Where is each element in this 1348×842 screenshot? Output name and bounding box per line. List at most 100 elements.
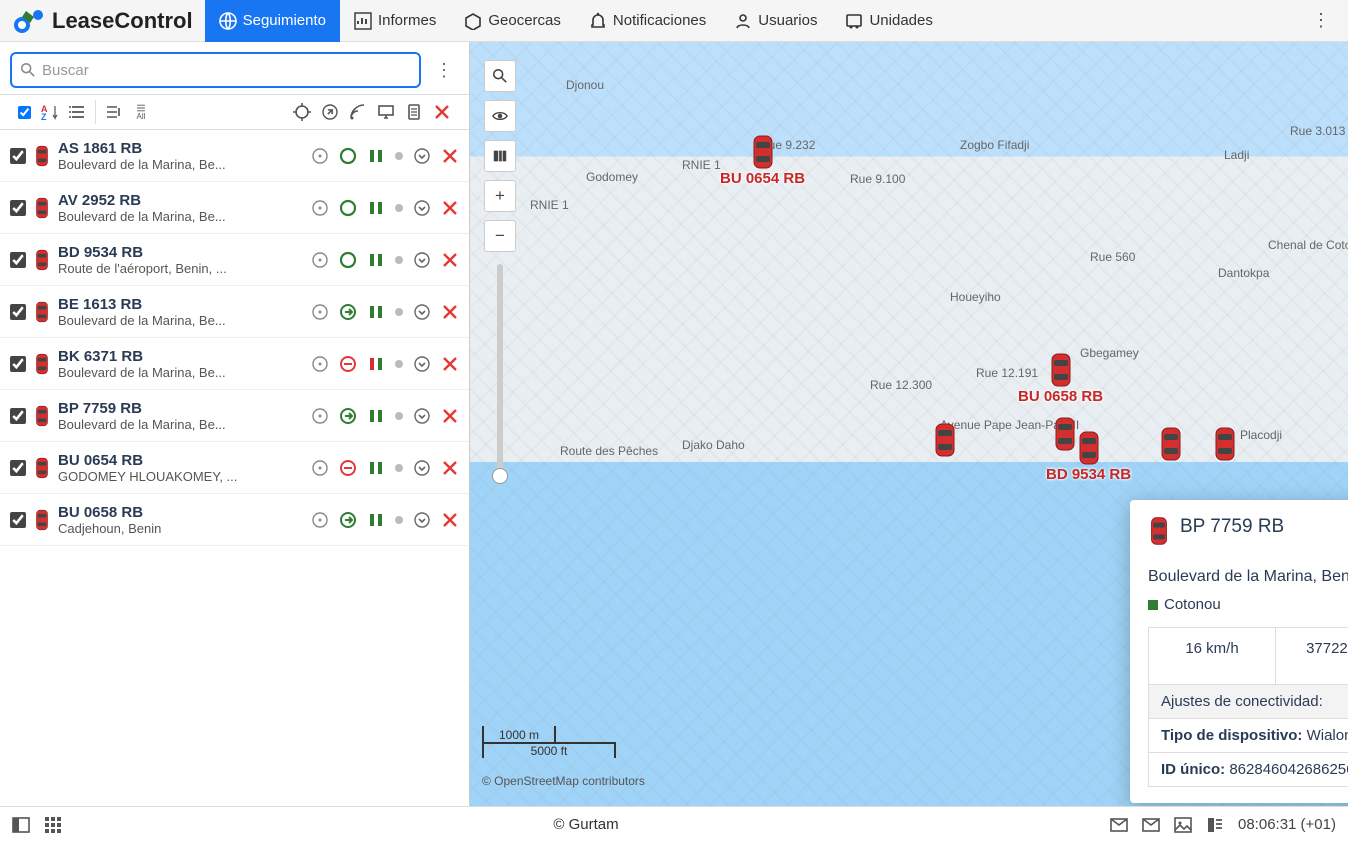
list-view-icon[interactable] xyxy=(69,103,87,121)
unit-row[interactable]: AV 2952 RB Boulevard de la Marina, Be... xyxy=(0,182,469,234)
remove-icon[interactable] xyxy=(441,303,459,321)
remove-icon[interactable] xyxy=(441,511,459,529)
apps-grid-icon[interactable] xyxy=(44,816,62,834)
signal-bars-icon[interactable] xyxy=(367,459,385,477)
locate-icon[interactable] xyxy=(311,251,329,269)
unit-row[interactable]: BU 0658 RB Cadjehoun, Benin xyxy=(0,494,469,546)
remove-icon[interactable] xyxy=(441,355,459,373)
remove-icon[interactable] xyxy=(441,459,459,477)
locate-icon[interactable] xyxy=(311,407,329,425)
dropdown-icon[interactable] xyxy=(413,355,431,373)
unit-checkbox[interactable] xyxy=(10,252,26,268)
header-target-icon[interactable] xyxy=(293,103,311,121)
locate-icon[interactable] xyxy=(311,355,329,373)
motion-icon[interactable] xyxy=(339,303,357,321)
remove-icon[interactable] xyxy=(441,199,459,217)
dropdown-icon[interactable] xyxy=(413,303,431,321)
header-send-icon[interactable] xyxy=(321,103,339,121)
motion-icon[interactable] xyxy=(339,459,357,477)
dropdown-icon[interactable] xyxy=(413,147,431,165)
signal-bars-icon[interactable] xyxy=(367,511,385,529)
map-marker[interactable] xyxy=(1212,426,1238,462)
log-icon[interactable] xyxy=(1206,816,1224,834)
motion-icon[interactable] xyxy=(339,511,357,529)
header-report-icon[interactable] xyxy=(405,103,423,121)
remove-icon[interactable] xyxy=(441,407,459,425)
select-all-checkbox[interactable] xyxy=(18,106,31,119)
map-marker[interactable]: BU 0654 RB xyxy=(720,134,805,187)
zoom-out-button[interactable]: − xyxy=(484,220,516,252)
unit-row[interactable]: AS 1861 RB Boulevard de la Marina, Be... xyxy=(0,130,469,182)
sms-icon[interactable] xyxy=(1110,816,1128,834)
signal-bars-icon[interactable] xyxy=(367,407,385,425)
map[interactable]: GodomeyZogbo FifadjiRue 560HoueyihoDanto… xyxy=(470,42,1348,806)
motion-icon[interactable] xyxy=(339,355,357,373)
tab-reports[interactable]: Informes xyxy=(340,0,450,42)
topbar-menu-button[interactable]: ⋮ xyxy=(1294,10,1348,31)
search-input[interactable] xyxy=(42,62,411,79)
map-visibility-button[interactable] xyxy=(484,100,516,132)
sort-icon[interactable] xyxy=(41,103,59,121)
unit-row[interactable]: BP 7759 RB Boulevard de la Marina, Be... xyxy=(0,390,469,442)
signal-bars-icon[interactable] xyxy=(367,199,385,217)
map-search-button[interactable] xyxy=(484,60,516,92)
popup-zone: Cotonou xyxy=(1148,596,1348,613)
zoom-slider[interactable] xyxy=(497,264,503,484)
map-marker[interactable]: BU 0658 RB xyxy=(1018,352,1103,405)
unit-row[interactable]: BU 0654 RB GODOMEY HLOUAKOMEY, ... xyxy=(0,442,469,494)
unit-checkbox[interactable] xyxy=(10,200,26,216)
unit-checkbox[interactable] xyxy=(10,304,26,320)
unit-checkbox[interactable] xyxy=(10,356,26,372)
motion-icon[interactable] xyxy=(339,251,357,269)
status-dot xyxy=(395,256,403,264)
dropdown-icon[interactable] xyxy=(413,251,431,269)
dropdown-icon[interactable] xyxy=(413,459,431,477)
unit-checkbox[interactable] xyxy=(10,408,26,424)
search-box[interactable] xyxy=(10,52,421,88)
dropdown-icon[interactable] xyxy=(413,199,431,217)
sidebar-menu-button[interactable]: ⋮ xyxy=(429,60,459,81)
signal-bars-icon[interactable] xyxy=(367,147,385,165)
unit-checkbox[interactable] xyxy=(10,148,26,164)
map-marker[interactable] xyxy=(932,422,958,458)
mail-out-icon[interactable] xyxy=(1142,816,1160,834)
motion-icon[interactable] xyxy=(339,147,357,165)
tab-users[interactable]: Usuarios xyxy=(720,0,831,42)
motion-icon[interactable] xyxy=(339,407,357,425)
signal-bars-icon[interactable] xyxy=(367,251,385,269)
show-all-icon[interactable]: All xyxy=(132,103,150,121)
motion-icon[interactable] xyxy=(339,199,357,217)
locate-icon[interactable] xyxy=(311,459,329,477)
locate-icon[interactable] xyxy=(311,147,329,165)
tab-geofences[interactable]: Geocercas xyxy=(450,0,575,42)
locate-icon[interactable] xyxy=(311,199,329,217)
panel-toggle-icon[interactable] xyxy=(12,816,30,834)
remove-icon[interactable] xyxy=(441,147,459,165)
dropdown-icon[interactable] xyxy=(413,407,431,425)
remove-icon[interactable] xyxy=(441,251,459,269)
header-signal-icon[interactable] xyxy=(349,103,367,121)
unit-row[interactable]: BD 9534 RB Route de l'aéroport, Benin, .… xyxy=(0,234,469,286)
dropdown-icon[interactable] xyxy=(413,511,431,529)
tab-notifications[interactable]: Notificaciones xyxy=(575,0,720,42)
map-place-label: Rue 3.013 xyxy=(1290,124,1345,138)
signal-bars-icon[interactable] xyxy=(367,355,385,373)
image-icon[interactable] xyxy=(1174,816,1192,834)
locate-icon[interactable] xyxy=(311,511,329,529)
header-remove-icon[interactable] xyxy=(433,103,451,121)
unit-row[interactable]: BE 1613 RB Boulevard de la Marina, Be... xyxy=(0,286,469,338)
add-column-icon[interactable] xyxy=(104,103,122,121)
tab-tracking[interactable]: Seguimiento xyxy=(205,0,340,42)
map-marker[interactable] xyxy=(1158,426,1184,462)
unit-row[interactable]: BK 6371 RB Boulevard de la Marina, Be... xyxy=(0,338,469,390)
unit-address: Boulevard de la Marina, Be... xyxy=(58,157,258,172)
unit-checkbox[interactable] xyxy=(10,460,26,476)
map-layers-button[interactable] xyxy=(484,140,516,172)
unit-checkbox[interactable] xyxy=(10,512,26,528)
signal-bars-icon[interactable] xyxy=(367,303,385,321)
tab-units[interactable]: Unidades xyxy=(831,0,946,42)
header-monitor-icon[interactable] xyxy=(377,103,395,121)
locate-icon[interactable] xyxy=(311,303,329,321)
zoom-in-button[interactable]: + xyxy=(484,180,516,212)
map-marker[interactable] xyxy=(1052,416,1078,452)
